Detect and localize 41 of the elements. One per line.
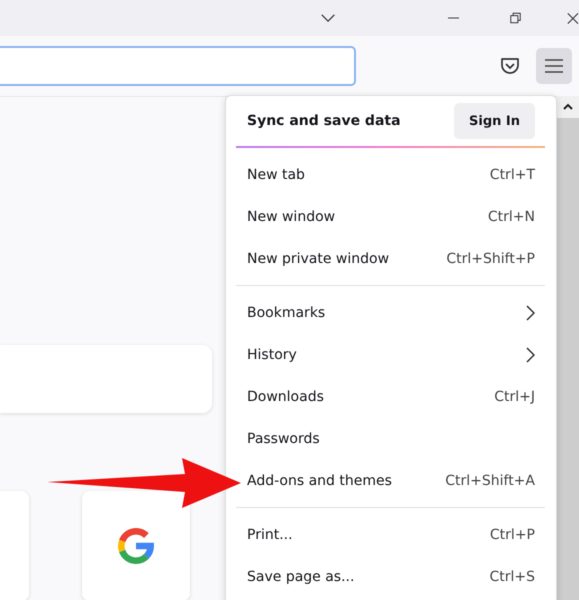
shortcut-text: Ctrl+P [490, 527, 535, 543]
menu-item[interactable]: Add-ons and themes Ctrl+Shift+A [226, 460, 556, 502]
shortcut-tile[interactable] [82, 491, 190, 600]
menu-item[interactable]: Bookmarks [226, 292, 556, 334]
menu-item-label: Add-ons and themes [247, 473, 392, 489]
menu-item-label: Bookmarks [247, 305, 326, 321]
menu-item[interactable]: New window Ctrl+N [226, 196, 556, 238]
menu-item[interactable]: Save page as... Ctrl+S [226, 556, 556, 598]
menu-item-label: Downloads [247, 389, 324, 405]
menu-item-label: New private window [247, 251, 390, 267]
menu-item-label: Save page as... [247, 569, 354, 585]
restore-icon[interactable] [510, 11, 522, 25]
menu-item[interactable]: New tab Ctrl+T [226, 154, 556, 196]
menu-item-label: New tab [247, 167, 305, 183]
menu-button[interactable] [536, 48, 572, 84]
shortcut-text: Ctrl+Shift+A [445, 473, 535, 489]
address-field[interactable] [0, 46, 356, 86]
menu-icon [545, 59, 563, 73]
sign-in-button[interactable]: Sign In [454, 103, 535, 139]
minimize-icon[interactable] [448, 17, 460, 19]
sync-heading: Sync and save data [247, 113, 401, 129]
chevron-down-icon[interactable] [321, 13, 336, 23]
chevron-right-icon [526, 347, 535, 363]
pocket-icon[interactable] [500, 57, 520, 75]
shortcut-text: Ctrl+S [489, 569, 535, 585]
menu-item-label: History [247, 347, 297, 363]
menu-item[interactable]: New private window Ctrl+Shift+P [226, 238, 556, 280]
shortcut-text: Ctrl+T [490, 167, 535, 183]
menu-item[interactable]: History [226, 334, 556, 376]
menu-item[interactable]: Passwords [226, 418, 556, 460]
menu-item-label: Print... [247, 527, 293, 543]
menu-item[interactable]: Downloads Ctrl+J [226, 376, 556, 418]
shortcut-text: Ctrl+Shift+P [446, 251, 535, 267]
close-icon[interactable] [567, 10, 579, 26]
chevron-right-icon [526, 305, 535, 321]
menu-item-label: Passwords [247, 431, 320, 447]
menu-item[interactable]: Print... Ctrl+P [226, 514, 556, 556]
shortcut-text: Ctrl+J [494, 389, 535, 405]
shortcut-text: Ctrl+N [488, 209, 535, 225]
menu-item-label: New window [247, 209, 336, 225]
scroll-up-icon[interactable] [563, 103, 573, 110]
